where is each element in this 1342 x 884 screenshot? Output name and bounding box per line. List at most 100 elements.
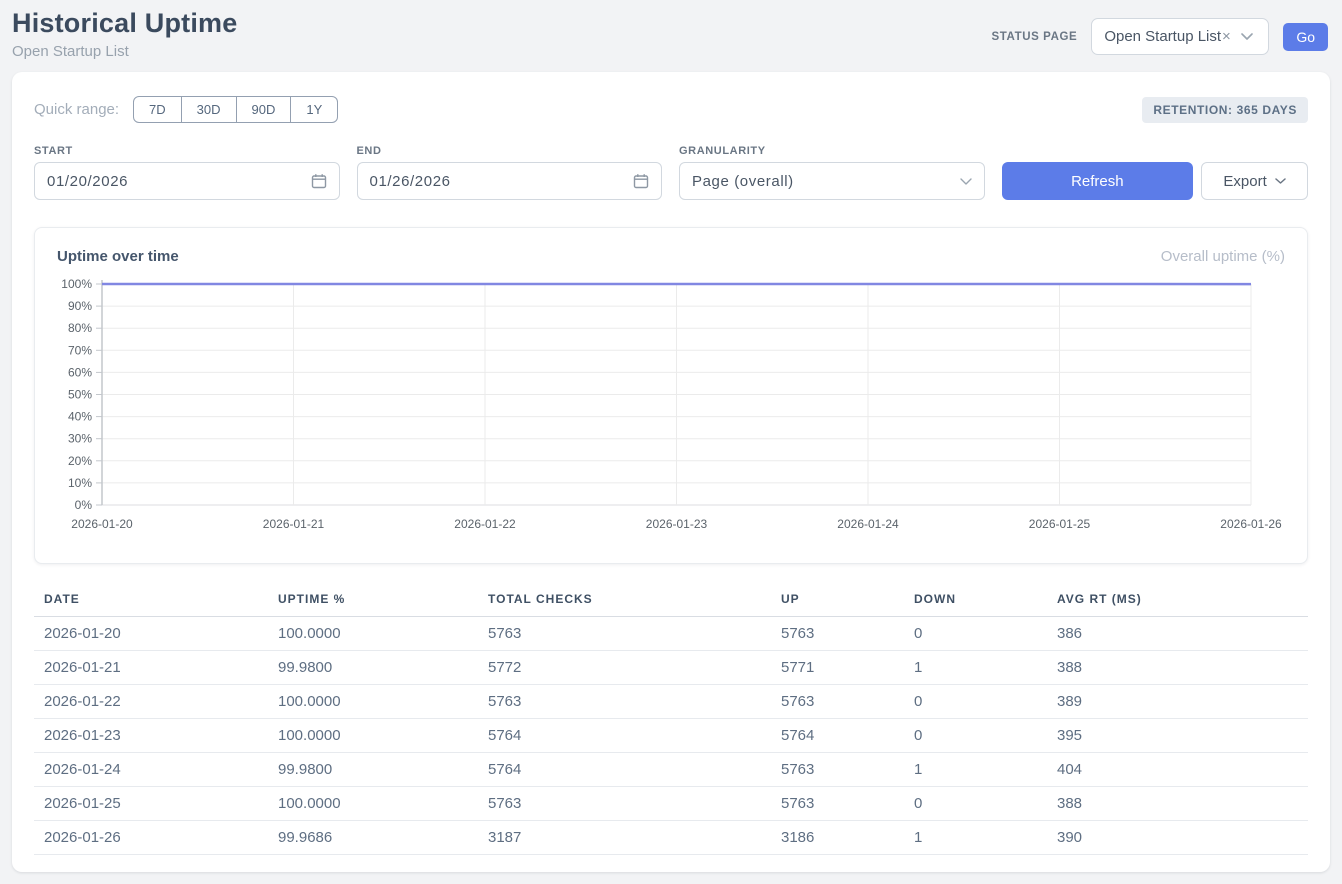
column-header: DOWN <box>914 588 1057 617</box>
granularity-label: GRANULARITY <box>679 145 985 157</box>
export-button[interactable]: Export <box>1201 162 1308 200</box>
svg-text:2026-01-26: 2026-01-26 <box>1220 517 1282 531</box>
table-cell: 2026-01-24 <box>34 753 278 787</box>
export-button-label: Export <box>1223 173 1266 190</box>
svg-text:0%: 0% <box>75 498 93 512</box>
svg-text:50%: 50% <box>68 388 92 402</box>
quick-range-group: 7D30D90D1Y <box>133 96 338 123</box>
end-date-input[interactable]: 01/26/2026 <box>357 162 663 200</box>
table-row: 2026-01-25100.0000576357630388 <box>34 787 1308 821</box>
go-button[interactable]: Go <box>1283 23 1328 51</box>
table-cell: 5763 <box>488 787 781 821</box>
table-cell: 2026-01-21 <box>34 651 278 685</box>
start-date-label: START <box>34 145 340 157</box>
svg-text:10%: 10% <box>68 476 92 490</box>
refresh-button[interactable]: Refresh <box>1002 162 1194 200</box>
end-date-label: END <box>357 145 663 157</box>
table-cell: 2026-01-26 <box>34 821 278 855</box>
svg-text:40%: 40% <box>68 410 92 424</box>
table-cell: 2026-01-20 <box>34 617 278 651</box>
table-cell: 5763 <box>781 685 914 719</box>
chevron-down-icon <box>960 178 972 185</box>
status-page-select[interactable]: Open Startup List × <box>1091 18 1269 55</box>
table-cell: 0 <box>914 787 1057 821</box>
table-row: 2026-01-22100.0000576357630389 <box>34 685 1308 719</box>
page-heading: Historical Uptime Open Startup List <box>12 8 237 60</box>
page-header: Historical Uptime Open Startup List STAT… <box>0 0 1342 72</box>
start-date-value: 01/20/2026 <box>47 173 128 190</box>
svg-text:20%: 20% <box>68 454 92 468</box>
svg-text:2026-01-22: 2026-01-22 <box>454 517 516 531</box>
table-cell: 0 <box>914 719 1057 753</box>
granularity-selected-value: Page (overall) <box>692 173 794 190</box>
table-cell: 386 <box>1057 617 1308 651</box>
calendar-icon[interactable] <box>311 173 327 189</box>
table-cell: 5763 <box>781 753 914 787</box>
svg-text:2026-01-25: 2026-01-25 <box>1029 517 1091 531</box>
svg-text:2026-01-21: 2026-01-21 <box>263 517 325 531</box>
uptime-table-head-row: DATEUPTIME %TOTAL CHECKSUPDOWNAVG RT (MS… <box>34 588 1308 617</box>
table-cell: 2026-01-22 <box>34 685 278 719</box>
svg-text:30%: 30% <box>68 432 92 446</box>
quick-range-90d-button[interactable]: 90D <box>237 96 292 123</box>
clear-icon[interactable]: × <box>1222 28 1231 45</box>
table-cell: 100.0000 <box>278 719 488 753</box>
uptime-table: DATEUPTIME %TOTAL CHECKSUPDOWNAVG RT (MS… <box>34 588 1308 855</box>
table-cell: 390 <box>1057 821 1308 855</box>
chart-title: Uptime over time <box>57 248 179 265</box>
quick-range-label: Quick range: <box>34 101 119 118</box>
table-cell: 0 <box>914 617 1057 651</box>
table-cell: 1 <box>914 651 1057 685</box>
svg-text:2026-01-20: 2026-01-20 <box>71 517 133 531</box>
table-cell: 404 <box>1057 753 1308 787</box>
svg-text:2026-01-23: 2026-01-23 <box>646 517 708 531</box>
svg-text:70%: 70% <box>68 343 92 357</box>
granularity-select[interactable]: Page (overall) <box>679 162 985 200</box>
table-row: 2026-01-23100.0000576457640395 <box>34 719 1308 753</box>
main-panel: Quick range: 7D30D90D1Y RETENTION: 365 D… <box>12 72 1330 872</box>
status-page-selected-value: Open Startup List <box>1104 28 1221 45</box>
table-cell: 388 <box>1057 651 1308 685</box>
start-date-input[interactable]: 01/20/2026 <box>34 162 340 200</box>
table-cell: 389 <box>1057 685 1308 719</box>
table-cell: 5771 <box>781 651 914 685</box>
page-subtitle: Open Startup List <box>12 43 237 60</box>
table-row: 2026-01-2699.9686318731861390 <box>34 821 1308 855</box>
granularity-field: GRANULARITY Page (overall) <box>679 145 985 200</box>
svg-text:100%: 100% <box>61 277 92 291</box>
table-cell: 1 <box>914 753 1057 787</box>
table-cell: 2026-01-25 <box>34 787 278 821</box>
quick-range-1y-button[interactable]: 1Y <box>291 96 338 123</box>
table-cell: 99.9800 <box>278 651 488 685</box>
table-cell: 5763 <box>781 617 914 651</box>
status-page-label: STATUS PAGE <box>991 31 1077 43</box>
column-header: AVG RT (MS) <box>1057 588 1308 617</box>
table-row: 2026-01-20100.0000576357630386 <box>34 617 1308 651</box>
uptime-line-chart: 0%10%20%30%40%50%60%70%80%90%100%2026-01… <box>57 275 1285 537</box>
svg-text:90%: 90% <box>68 299 92 313</box>
column-header: UPTIME % <box>278 588 488 617</box>
table-cell: 5764 <box>488 753 781 787</box>
table-cell: 3187 <box>488 821 781 855</box>
quick-range-30d-button[interactable]: 30D <box>182 96 237 123</box>
chevron-down-icon <box>1241 33 1253 40</box>
chart-card: Uptime over time Overall uptime (%) 0% 10… <box>34 227 1308 564</box>
quick-range-7d-button[interactable]: 7D <box>133 96 182 123</box>
table-cell: 1 <box>914 821 1057 855</box>
column-header: DATE <box>34 588 278 617</box>
column-header: UP <box>781 588 914 617</box>
status-page-controls: STATUS PAGE Open Startup List × Go <box>991 18 1328 55</box>
table-cell: 100.0000 <box>278 787 488 821</box>
table-cell: 99.9800 <box>278 753 488 787</box>
table-cell: 2026-01-23 <box>34 719 278 753</box>
table-cell: 5763 <box>488 685 781 719</box>
calendar-icon[interactable] <box>633 173 649 189</box>
quick-range-row: Quick range: 7D30D90D1Y RETENTION: 365 D… <box>34 96 1308 123</box>
svg-text:80%: 80% <box>68 321 92 335</box>
table-cell: 395 <box>1057 719 1308 753</box>
uptime-table-body: 2026-01-20100.00005763576303862026-01-21… <box>34 617 1308 855</box>
chart-legend: Overall uptime (%) <box>1161 248 1285 265</box>
svg-text:2026-01-24: 2026-01-24 <box>837 517 899 531</box>
retention-badge: RETENTION: 365 DAYS <box>1142 97 1308 123</box>
table-cell: 3186 <box>781 821 914 855</box>
